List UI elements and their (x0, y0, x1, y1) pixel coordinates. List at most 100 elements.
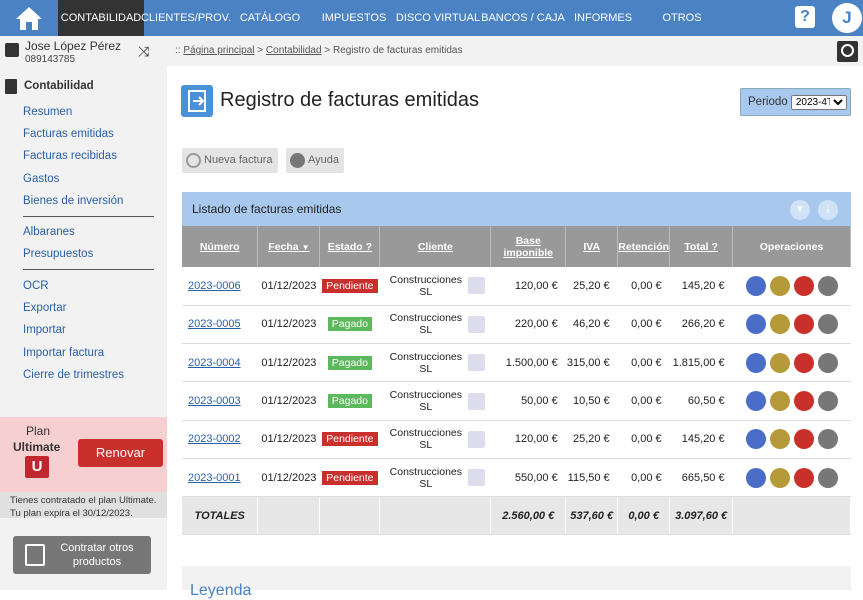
pdf-icon[interactable] (793, 429, 814, 450)
sidebar-item-cierre-trimestres[interactable]: Cierre de trimestres (23, 369, 124, 381)
col-fecha[interactable]: Fecha ▼ (257, 226, 321, 267)
pdf-icon[interactable] (793, 467, 814, 488)
invoice-number-link[interactable]: 2023-0004 (182, 357, 258, 369)
payment-icon[interactable] (769, 314, 790, 335)
status-cell: Pendiente (319, 420, 380, 459)
attach-icon[interactable] (745, 467, 766, 488)
nav-disco-virtual[interactable]: DISCO VIRTUAL (396, 0, 480, 36)
contract-products-button[interactable]: Contratar otros productos (13, 536, 151, 574)
col-estado-label: Estado (327, 240, 363, 253)
base-amount: 1.500,00 € (490, 343, 566, 383)
sidebar-item-ocr[interactable]: OCR (23, 280, 49, 292)
sidebar-item-presupuestos[interactable]: Presupuestos (23, 248, 93, 260)
renew-button[interactable]: Renovar (78, 439, 163, 467)
client-name: Construcciones SL (389, 312, 463, 337)
more-options-icon[interactable] (817, 314, 838, 335)
switch-company-icon[interactable]: ⤨ (138, 43, 149, 60)
col-retencion[interactable]: Retención (617, 226, 671, 267)
status-cell: Pendiente (319, 267, 380, 306)
sidebar-item-exportar[interactable]: Exportar (23, 302, 66, 314)
chart-icon[interactable] (467, 469, 485, 487)
nav-contabilidad[interactable]: CONTABILIDAD (58, 0, 144, 36)
invoice-number-cell: 2023-0002 (182, 420, 258, 459)
pdf-icon[interactable] (793, 314, 814, 335)
breadcrumb-contabilidad[interactable]: Contabilidad (266, 45, 322, 56)
invoice-number-link[interactable]: 2023-0005 (182, 318, 258, 330)
more-options-icon[interactable] (817, 352, 838, 373)
totals-iva: 537,60 € (565, 496, 619, 536)
pdf-icon[interactable] (793, 275, 814, 296)
pdf-icon[interactable] (793, 352, 814, 373)
attach-icon[interactable] (745, 391, 766, 412)
nav-clientes[interactable]: CLIENTES/PROV. (141, 0, 231, 36)
periodo-label: Periodo (748, 96, 788, 108)
help-button[interactable]: Ayuda (286, 148, 344, 173)
help-icon[interactable]: ? (795, 6, 815, 28)
nav-impuestos[interactable]: IMPUESTOS (312, 0, 396, 36)
payment-icon[interactable] (769, 391, 790, 412)
invoice-number-link[interactable]: 2023-0002 (182, 433, 258, 445)
more-options-icon[interactable] (817, 391, 838, 412)
more-options-icon[interactable] (817, 429, 838, 450)
add-icon (186, 153, 201, 168)
col-estado[interactable]: Estado ? (319, 226, 381, 267)
nav-catalogo[interactable]: CATÁLOGO (228, 0, 312, 36)
search-icon[interactable] (837, 41, 858, 62)
col-cliente[interactable]: Cliente (379, 226, 492, 267)
sidebar-item-resumen[interactable]: Resumen (23, 106, 72, 118)
nav-bancos[interactable]: BANCOS / CAJA (480, 0, 566, 36)
payment-icon[interactable] (769, 352, 790, 373)
more-options-icon[interactable] (817, 467, 838, 488)
more-options-icon[interactable] (817, 275, 838, 296)
nav-informes[interactable]: INFORMES (566, 0, 640, 36)
retencion-amount: 0,00 € (617, 305, 670, 345)
chart-icon[interactable] (467, 277, 485, 295)
sidebar-item-gastos[interactable]: Gastos (23, 173, 59, 185)
attach-icon[interactable] (745, 275, 766, 296)
new-invoice-button[interactable]: Nueva factura (182, 148, 278, 173)
attach-icon[interactable] (745, 352, 766, 373)
home-icon[interactable] (0, 0, 58, 36)
sidebar-item-importar[interactable]: Importar (23, 324, 66, 336)
client-cell: Construcciones SL (379, 420, 491, 459)
col-numero[interactable]: Número (182, 226, 259, 267)
attach-icon[interactable] (745, 314, 766, 335)
attach-icon[interactable] (745, 429, 766, 450)
col-total[interactable]: Total ? (669, 226, 734, 267)
invoice-number-link[interactable]: 2023-0006 (182, 280, 258, 292)
payment-icon[interactable] (769, 429, 790, 450)
invoice-number-link[interactable]: 2023-0003 (182, 395, 258, 407)
invoice-number-link[interactable]: 2023-0001 (182, 472, 258, 484)
nav-otros[interactable]: OTROS (640, 0, 724, 36)
client-cell: Construcciones SL (379, 267, 491, 306)
invoice-date: 01/12/2023 (257, 343, 320, 383)
col-iva[interactable]: IVA (565, 226, 619, 267)
col-operaciones: Operaciones (732, 226, 851, 267)
col-base[interactable]: Base imponible (490, 226, 567, 267)
pdf-icon[interactable] (793, 391, 814, 412)
chart-icon[interactable] (467, 315, 485, 333)
sidebar-item-albaranes[interactable]: Albaranes (23, 226, 75, 238)
client-cell: Construcciones SL (379, 305, 491, 345)
chart-icon[interactable] (467, 430, 485, 448)
status-badge: Pendiente (322, 432, 378, 447)
retencion-amount: 0,00 € (617, 267, 670, 306)
periodo-selector: Periodo 2023-4T (740, 88, 851, 116)
payment-icon[interactable] (769, 467, 790, 488)
filter-icon[interactable]: ▼ (790, 200, 810, 220)
download-icon[interactable]: ⤓ (818, 200, 838, 220)
periodo-select[interactable]: 2023-4T (790, 95, 847, 110)
breadcrumb-home[interactable]: Página principal (183, 45, 254, 56)
sidebar-item-facturas-emitidas[interactable]: Facturas emitidas (23, 128, 114, 140)
sidebar-item-bienes-inversion[interactable]: Bienes de inversión (23, 195, 123, 207)
avatar[interactable]: J (832, 3, 862, 33)
invoice-number-cell: 2023-0005 (182, 305, 258, 345)
client-name: Construcciones SL (389, 273, 463, 298)
breadcrumb-current: Registro de facturas emitidas (332, 45, 463, 56)
chart-icon[interactable] (467, 392, 485, 410)
chart-icon[interactable] (467, 354, 485, 372)
payment-icon[interactable] (769, 275, 790, 296)
sidebar-item-facturas-recibidas[interactable]: Facturas recibidas (23, 150, 117, 162)
sidebar-item-importar-factura[interactable]: Importar factura (23, 347, 104, 359)
panel-title: Listado de facturas emitidas (192, 202, 342, 216)
